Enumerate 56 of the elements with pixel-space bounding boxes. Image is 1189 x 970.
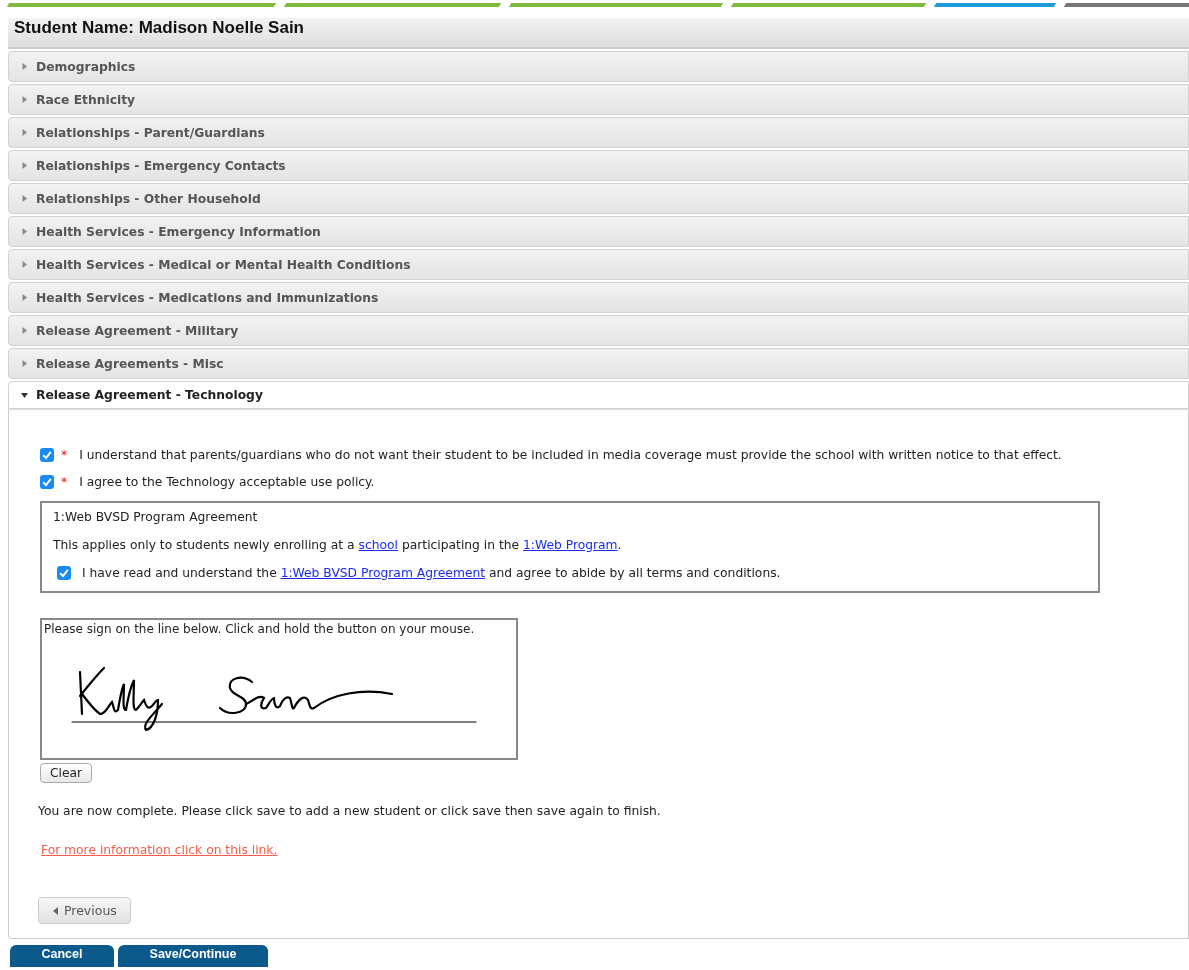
section-title: Relationships - Other Household [36, 191, 261, 206]
agreement-text: I agree to the Technology acceptable use policy. [79, 475, 375, 489]
link[interactable]: 1:Web Program [523, 538, 618, 552]
info-link[interactable]: For more information click on this link. [41, 843, 278, 857]
section-header[interactable]: Demographics [8, 51, 1189, 82]
caret-down-icon [21, 391, 28, 399]
page-title: Student Name: Madison Noelle Sain [8, 18, 1189, 49]
clear-button[interactable]: Clear [40, 763, 93, 783]
previous-button[interactable]: Previous [38, 897, 131, 924]
panel-note: This applies only to students newly enrolling at a school participating in the 1:Web Program. [53, 538, 623, 552]
section-title: Demographics [36, 59, 136, 74]
caret-right-icon [21, 195, 28, 202]
section-title: Health Services - Medications and Immunizations [36, 290, 379, 305]
completion-message: You are now complete. Please click save to add a new student or click save then save again to finish. [38, 804, 662, 818]
link[interactable]: 1:Web BVSD Program Agreement [280, 566, 486, 580]
save-continue-button[interactable]: Save/Continue [118, 945, 268, 967]
section-title: Release Agreement - Military [36, 323, 239, 338]
caret-right-icon [21, 294, 28, 301]
panel-title: 1:Web BVSD Program Agreement [53, 510, 259, 524]
section-header[interactable]: Relationships - Parent/Guardians [8, 117, 1189, 148]
signature-prompt: Please sign on the line below. Click and hold the button on your mouse. [44, 622, 475, 636]
section-title: Release Agreement - Technology [36, 388, 263, 402]
checkbox[interactable] [40, 475, 54, 489]
section-title: Health Services - Emergency Information [36, 224, 321, 239]
section-header[interactable]: Health Services - Medications and Immunizations [8, 282, 1189, 313]
section-title: Relationships - Parent/Guardians [36, 125, 265, 140]
section-header[interactable]: Health Services - Emergency Information [8, 216, 1189, 247]
checkbox[interactable] [57, 566, 71, 580]
section-header[interactable]: Release Agreements - Misc [8, 348, 1189, 379]
caret-right-icon [21, 96, 28, 103]
link[interactable]: school [358, 538, 398, 552]
section-title: Health Services - Medical or Mental Health Conditions [36, 257, 411, 272]
section-title: Relationships - Emergency Contacts [36, 158, 286, 173]
agreement-text: I have read and understand the 1:Web BVSD Program Agreement and agree to abide by all terms and conditions. [82, 566, 781, 580]
caret-left-icon [53, 906, 58, 915]
caret-right-icon [21, 63, 28, 70]
checkbox[interactable] [40, 448, 54, 462]
caret-right-icon [21, 129, 28, 136]
section-header[interactable]: Release Agreement - Military [8, 315, 1189, 346]
section-header[interactable]: Health Services - Medical or Mental Health Conditions [8, 249, 1189, 280]
signature-pad[interactable]: Please sign on the line below. Click and hold the button on your mouse. [40, 618, 518, 760]
caret-right-icon [21, 228, 28, 235]
required-mark: * [61, 475, 68, 489]
caret-right-icon [21, 327, 28, 334]
section-header[interactable]: Relationships - Other Household [8, 183, 1189, 214]
section-header[interactable]: Race Ethnicity [8, 84, 1189, 115]
section-title: Release Agreements - Misc [36, 356, 224, 371]
section-header[interactable]: Relationships - Emergency Contacts [8, 150, 1189, 181]
agreement-text: I understand that parents/guardians who do not want their student to be included in media coverage must provide the school with written notice to that effect. [79, 448, 1062, 462]
caret-right-icon [21, 261, 28, 268]
cancel-button[interactable]: Cancel [10, 945, 114, 967]
caret-right-icon [21, 162, 28, 169]
section-header[interactable]: Release Agreement - Technology [8, 381, 1189, 409]
caret-right-icon [21, 360, 28, 367]
section-title: Race Ethnicity [36, 92, 136, 107]
required-mark: * [61, 448, 68, 462]
